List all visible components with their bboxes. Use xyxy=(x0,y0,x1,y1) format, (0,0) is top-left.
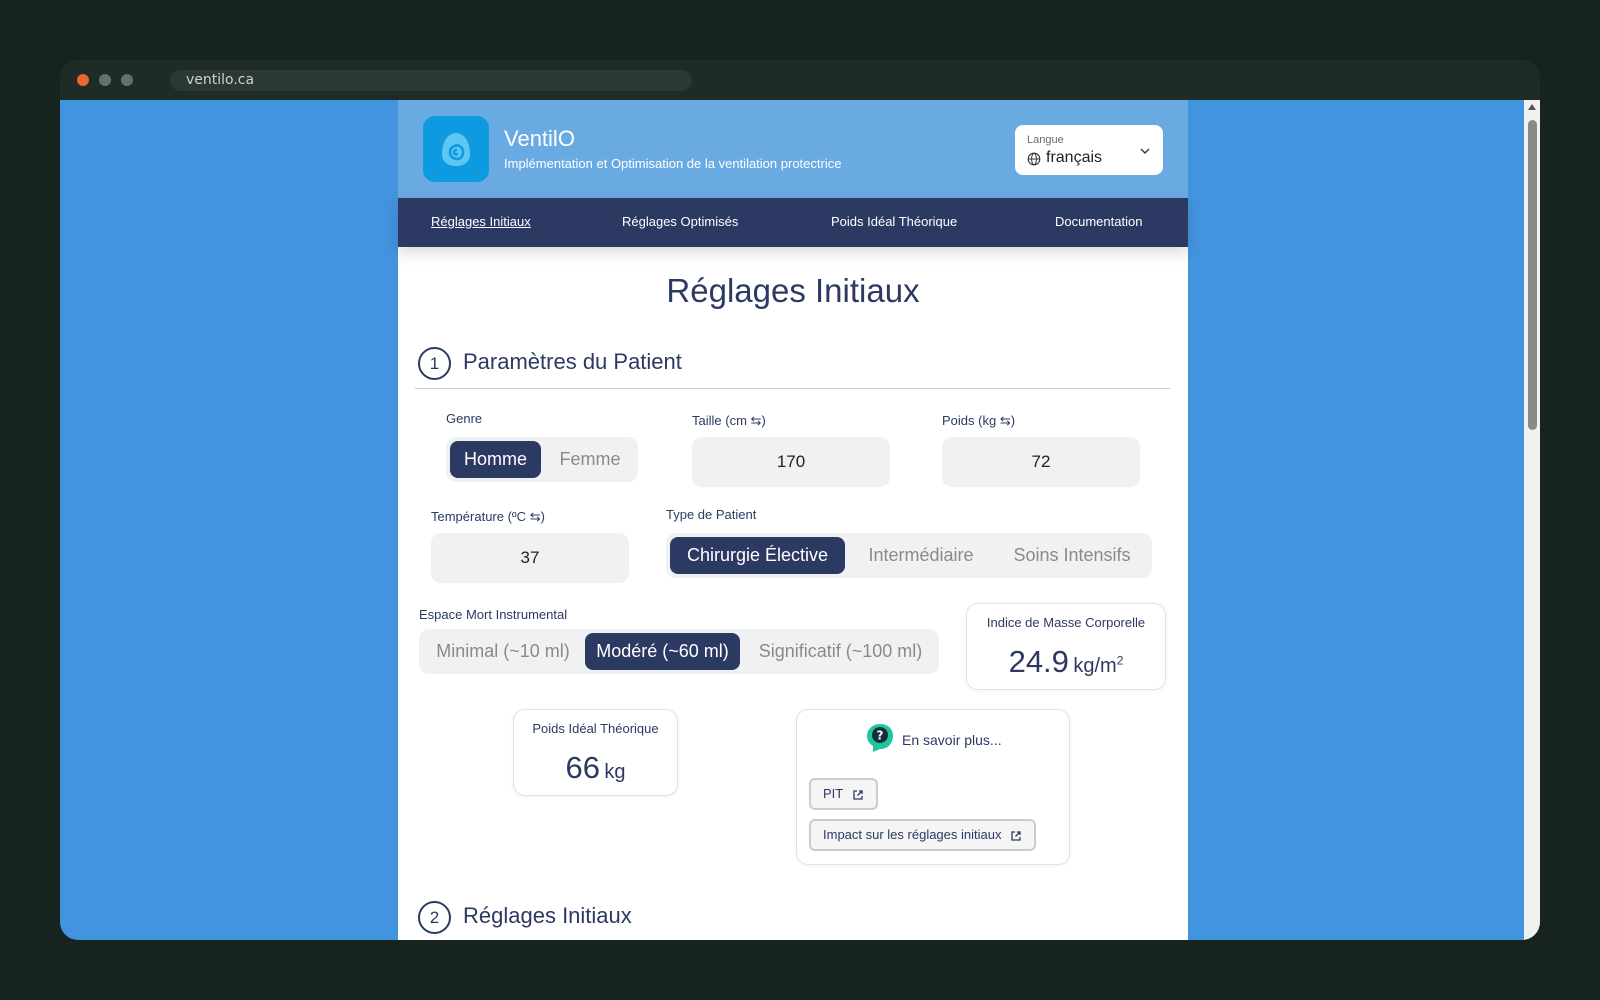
nav-poids-ideal[interactable]: Poids Idéal Théorique xyxy=(831,214,957,229)
gender-toggle: Homme Femme xyxy=(446,437,638,482)
bmi-card: Indice de Masse Corporelle 24.9 kg/m2 xyxy=(966,603,1166,690)
app-page: VentilO Implémentation et Optimisation d… xyxy=(398,100,1188,940)
swap-units-icon[interactable]: ⇆ xyxy=(530,509,541,524)
learn-more-card: ? En savoir plus... PIT Impact sur les r… xyxy=(796,709,1070,865)
svg-text:?: ? xyxy=(877,729,884,743)
temperature-input[interactable] xyxy=(431,533,629,583)
section-1-number: 1 xyxy=(418,347,451,380)
globe-icon xyxy=(1027,152,1041,166)
nav-reglages-optimises[interactable]: Réglages Optimisés xyxy=(622,214,738,229)
lung-spiral-icon xyxy=(442,133,470,166)
dead-space-label: Espace Mort Instrumental xyxy=(419,607,568,622)
page-title: Réglages Initiaux xyxy=(666,272,920,309)
gender-label: Genre xyxy=(446,411,483,426)
bmi-title: Indice de Masse Corporelle xyxy=(986,615,1146,630)
language-value: français xyxy=(1046,149,1103,166)
language-select[interactable]: Langue français xyxy=(1015,125,1163,175)
temperature-label: Température (ºC ⇆) xyxy=(431,509,545,524)
nav-documentation[interactable]: Documentation xyxy=(1055,214,1142,229)
swap-units-icon[interactable]: ⇆ xyxy=(1000,413,1011,428)
patient-type-intermediaire-option[interactable]: Intermédiaire xyxy=(851,537,991,574)
section-divider xyxy=(415,388,1170,389)
dead-space-significatif-option[interactable]: Significatif (~100 ml) xyxy=(746,633,935,670)
patient-type-label: Type de Patient xyxy=(666,507,757,522)
impact-link-button[interactable]: Impact sur les réglages initiaux xyxy=(809,819,1037,851)
scroll-thumb[interactable] xyxy=(1528,120,1537,430)
patient-type-toggle: Chirurgie Élective Intermédiaire Soins I… xyxy=(666,533,1152,578)
browser-window: ventilo.ca VentilO Implémentation et Opt… xyxy=(60,60,1540,940)
ibw-value: 66 kg xyxy=(565,750,626,785)
gender-femme-option[interactable]: Femme xyxy=(547,441,633,478)
dead-space-toggle: Minimal (~10 ml) Modéré (~60 ml) Signifi… xyxy=(419,629,939,674)
app-logo[interactable] xyxy=(423,116,489,182)
minimize-window-button[interactable] xyxy=(99,74,111,86)
patient-type-chirurgie-option[interactable]: Chirurgie Élective xyxy=(670,537,845,574)
pit-link-button[interactable]: PIT xyxy=(809,778,878,810)
section-2-number: 2 xyxy=(418,901,451,934)
weight-input[interactable] xyxy=(942,437,1140,487)
bmi-value: 24.9 kg/m2 xyxy=(1008,644,1124,679)
vertical-scrollbar[interactable] xyxy=(1524,100,1540,940)
external-link-icon xyxy=(852,789,863,800)
external-link-icon xyxy=(1011,830,1021,841)
address-bar[interactable]: ventilo.ca xyxy=(170,70,692,91)
swap-units-icon[interactable]: ⇆ xyxy=(751,413,762,428)
browser-titlebar: ventilo.ca xyxy=(60,60,1540,100)
close-window-button[interactable] xyxy=(77,74,89,86)
weight-label: Poids (kg ⇆) xyxy=(942,413,1016,428)
main-nav: Réglages Initiaux Réglages Optimisés Poi… xyxy=(398,198,1188,247)
app-name: VentilO xyxy=(504,126,575,151)
nav-reglages-initiaux[interactable]: Réglages Initiaux xyxy=(431,214,531,229)
app-tagline: Implémentation et Optimisation de la ven… xyxy=(504,156,842,171)
maximize-window-button[interactable] xyxy=(121,74,133,86)
dead-space-modere-option[interactable]: Modéré (~60 ml) xyxy=(585,633,740,670)
page-viewport: VentilO Implémentation et Optimisation d… xyxy=(60,100,1540,940)
patient-type-soins-intensifs-option[interactable]: Soins Intensifs xyxy=(996,537,1148,574)
dead-space-minimal-option[interactable]: Minimal (~10 ml) xyxy=(423,633,583,670)
ibw-title: Poids Idéal Théorique xyxy=(532,721,659,736)
app-header: VentilO Implémentation et Optimisation d… xyxy=(398,100,1188,198)
section-1-title: Paramètres du Patient xyxy=(463,349,682,374)
gender-homme-option[interactable]: Homme xyxy=(450,441,541,478)
scroll-up-arrow-icon[interactable] xyxy=(1528,104,1536,110)
language-label: Langue xyxy=(1027,134,1064,146)
chevron-down-icon xyxy=(1140,148,1150,154)
height-input[interactable] xyxy=(692,437,890,487)
learn-more-text: En savoir plus... xyxy=(902,732,1002,748)
ibw-card: Poids Idéal Théorique 66 kg xyxy=(513,709,678,796)
help-question-icon: ? xyxy=(867,724,893,752)
section-2-title: Réglages Initiaux xyxy=(463,903,632,928)
height-label: Taille (cm ⇆) xyxy=(692,413,766,428)
